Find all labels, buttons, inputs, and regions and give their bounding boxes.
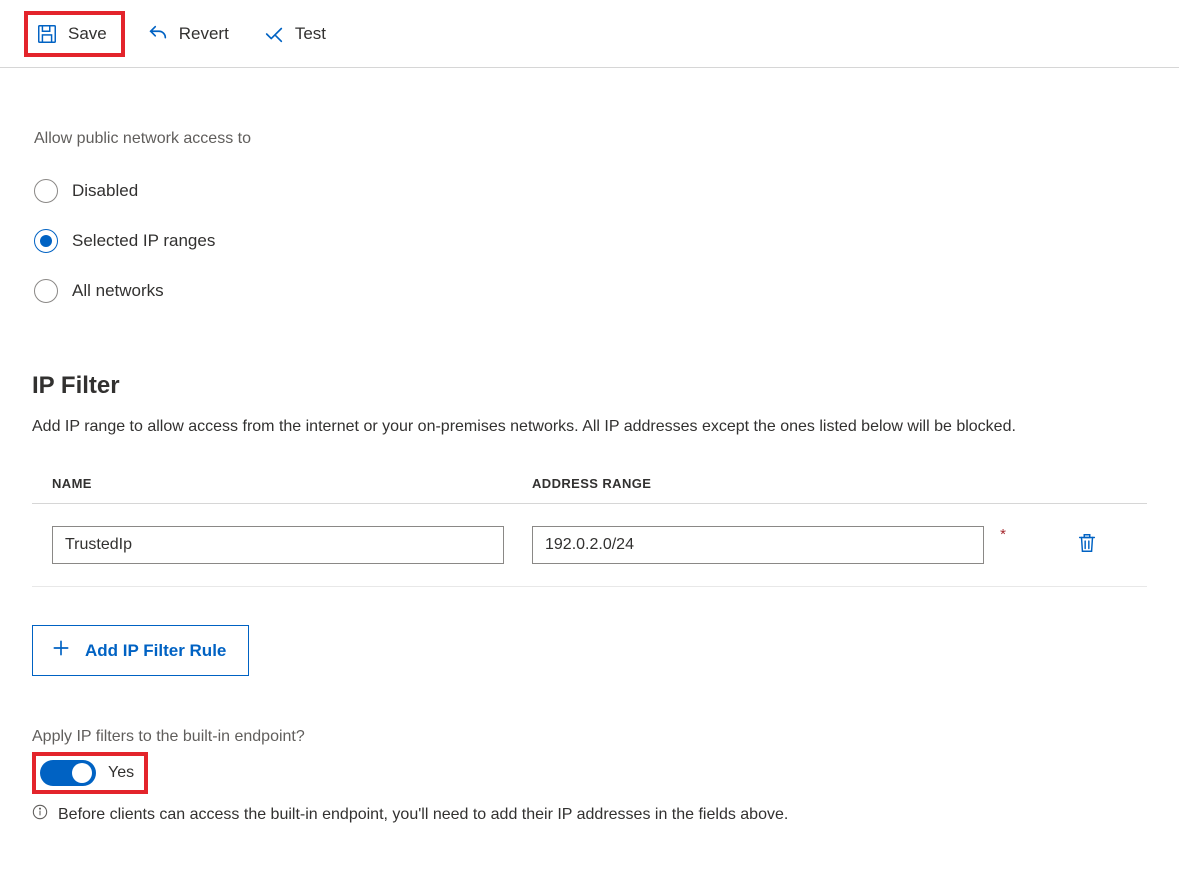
ip-filter-heading: IP Filter [32, 372, 1147, 400]
filter-name-input[interactable] [52, 526, 504, 564]
info-note: Before clients can access the built-in e… [32, 804, 1147, 825]
test-icon [263, 23, 285, 45]
network-access-label: Allow public network access to [34, 130, 1147, 148]
filter-address-input[interactable] [532, 526, 984, 564]
trash-icon [1076, 531, 1098, 559]
radio-disabled[interactable]: Disabled [34, 166, 1147, 216]
save-label: Save [68, 24, 107, 44]
delete-row-button[interactable] [1026, 531, 1147, 559]
undo-icon [147, 23, 169, 45]
revert-label: Revert [179, 24, 229, 44]
info-text: Before clients can access the built-in e… [58, 806, 788, 824]
table-row: * * [32, 504, 1147, 587]
save-highlight-box: Save [24, 11, 125, 57]
ip-filter-description: Add IP range to allow access from the in… [32, 418, 1147, 436]
table-header: NAME ADDRESS RANGE [32, 476, 1147, 504]
radio-selected-ip[interactable]: Selected IP ranges [34, 216, 1147, 266]
save-button[interactable]: Save [28, 15, 121, 53]
main-content: Allow public network access to Disabled … [0, 68, 1179, 825]
column-address-header: ADDRESS RANGE [532, 476, 992, 491]
toolbar: Save Revert Test [0, 0, 1179, 68]
network-access-radio-group: Disabled Selected IP ranges All networks [34, 166, 1147, 316]
ip-filter-table: NAME ADDRESS RANGE * * [32, 476, 1147, 587]
apply-builtin-toggle[interactable] [40, 760, 96, 786]
required-indicator: * [1000, 526, 1006, 543]
toggle-knob [72, 763, 92, 783]
radio-circle-icon [34, 229, 58, 253]
radio-dot-icon [40, 235, 52, 247]
info-icon [32, 804, 48, 825]
radio-selected-ip-label: Selected IP ranges [72, 231, 215, 251]
radio-circle-icon [34, 279, 58, 303]
toggle-value-label: Yes [108, 764, 134, 782]
revert-button[interactable]: Revert [135, 15, 241, 53]
radio-circle-icon [34, 179, 58, 203]
add-ip-filter-rule-button[interactable]: Add IP Filter Rule [32, 625, 249, 676]
radio-all-networks[interactable]: All networks [34, 266, 1147, 316]
save-icon [36, 23, 58, 45]
toggle-highlight-box: Yes [32, 752, 148, 794]
radio-all-networks-label: All networks [72, 281, 164, 301]
column-name-header: NAME [52, 476, 532, 491]
test-button[interactable]: Test [251, 15, 338, 53]
test-label: Test [295, 24, 326, 44]
radio-disabled-label: Disabled [72, 181, 138, 201]
apply-builtin-label: Apply IP filters to the built-in endpoin… [32, 728, 1147, 746]
add-rule-label: Add IP Filter Rule [85, 641, 226, 661]
plus-icon [51, 638, 71, 663]
